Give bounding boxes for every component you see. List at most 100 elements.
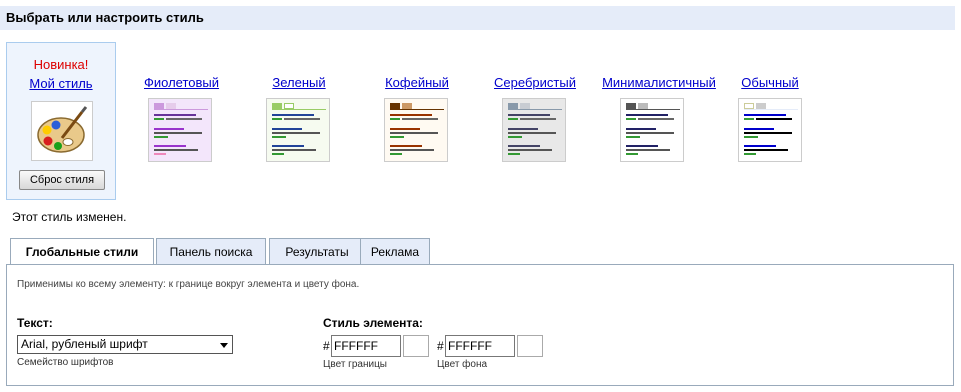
border-hash: # <box>323 339 330 353</box>
thumb-line <box>390 153 402 155</box>
style-coffee[interactable]: Кофейный <box>380 75 454 90</box>
thumb-line <box>154 136 168 138</box>
thumb-line <box>520 118 556 120</box>
thumb-line <box>272 136 286 138</box>
thumb-line <box>154 128 184 130</box>
text-label: Текст: <box>17 316 53 330</box>
thumb-line <box>508 114 550 116</box>
style-thumb-green[interactable] <box>266 98 330 162</box>
style-thumb-plain[interactable] <box>738 98 802 162</box>
thumb-line <box>390 149 434 151</box>
thumb-line <box>626 149 670 151</box>
thumb-line <box>744 149 788 151</box>
font-family-value: Arial, рубленый шрифт <box>21 337 148 351</box>
thumb-line <box>508 132 556 134</box>
thumb-line <box>626 114 668 116</box>
bg-hash: # <box>437 339 444 353</box>
font-family-caption: Семейство шрифтов <box>17 357 114 368</box>
thumb-line <box>154 145 186 147</box>
style-minimal[interactable]: Минималистичный <box>600 75 718 90</box>
thumb-line <box>390 132 438 134</box>
thumb-line <box>284 118 320 120</box>
style-thumb-violet[interactable] <box>148 98 212 162</box>
thumb-line <box>626 153 638 155</box>
style-link-green[interactable]: Зеленый <box>262 75 336 90</box>
border-color-swatch[interactable] <box>403 335 429 357</box>
thumb-line <box>744 132 792 134</box>
thumb-line <box>272 128 302 130</box>
style-link-violet[interactable]: Фиолетовый <box>144 75 219 90</box>
thumb-line <box>744 145 776 147</box>
style-link-silver[interactable]: Серебристый <box>492 75 578 90</box>
panel-hint: Применимы ко всему элементу: к границе в… <box>17 279 360 290</box>
thumb-line <box>508 153 520 155</box>
thumb-line <box>756 118 792 120</box>
style-green[interactable]: Зеленый <box>262 75 336 90</box>
border-color-input[interactable]: FFFFFF <box>331 335 401 357</box>
style-link-plain[interactable]: Обычный <box>734 75 806 90</box>
tab-global-styles[interactable]: Глобальные стили <box>10 238 154 265</box>
thumb-line <box>508 128 538 130</box>
thumb-line <box>272 114 314 116</box>
bg-color-swatch[interactable] <box>517 335 543 357</box>
thumb-line <box>154 114 196 116</box>
my-style-link[interactable]: Мой стиль <box>7 76 115 91</box>
style-thumb-minimal[interactable] <box>620 98 684 162</box>
bg-color-input[interactable]: FFFFFF <box>445 335 515 357</box>
style-link-coffee[interactable]: Кофейный <box>380 75 454 90</box>
thumb-line <box>272 145 304 147</box>
thumb-line <box>626 128 656 130</box>
thumb-line <box>154 118 164 120</box>
thumb-line <box>626 118 636 120</box>
thumb-line <box>166 118 202 120</box>
chevron-down-icon <box>220 343 228 348</box>
border-color-caption: Цвет границы <box>323 359 387 370</box>
thumb-line <box>272 153 284 155</box>
thumb-line <box>626 132 674 134</box>
settings-panel: Применимы ко всему элементу: к границе в… <box>6 264 954 386</box>
thumb-line <box>272 132 320 134</box>
thumb-rule <box>508 109 562 110</box>
style-plain[interactable]: Обычный <box>734 75 806 90</box>
thumb-line <box>154 132 202 134</box>
thumb-line <box>626 136 640 138</box>
bg-color-caption: Цвет фона <box>437 359 488 370</box>
thumb-rule <box>390 109 444 110</box>
thumb-line <box>390 128 420 130</box>
thumb-rule <box>154 109 208 110</box>
tab-search-panel[interactable]: Панель поиска <box>156 238 266 264</box>
thumb-line <box>390 145 422 147</box>
element-style-label: Стиль элемента: <box>323 316 423 330</box>
style-thumb-silver[interactable] <box>502 98 566 162</box>
new-badge: Новинка! <box>33 57 89 72</box>
font-family-select[interactable]: Arial, рубленый шрифт <box>17 335 233 354</box>
thumb-line <box>508 118 518 120</box>
thumb-line <box>508 136 522 138</box>
tab-ads[interactable]: Реклама <box>360 238 430 264</box>
thumb-line <box>744 153 756 155</box>
thumb-line <box>390 136 404 138</box>
thumb-line <box>154 153 166 155</box>
tab-results[interactable]: Результаты <box>269 238 365 264</box>
thumb-rule <box>744 109 798 110</box>
thumb-line <box>744 136 758 138</box>
style-silver[interactable]: Серебристый <box>492 75 578 90</box>
thumb-line <box>508 149 552 151</box>
thumb-line <box>402 118 438 120</box>
thumb-line <box>638 118 674 120</box>
thumb-line <box>744 114 786 116</box>
style-thumb-coffee[interactable] <box>384 98 448 162</box>
style-link-minimal[interactable]: Минималистичный <box>600 75 718 90</box>
thumb-line <box>154 149 198 151</box>
section-header: Выбрать или настроить стиль <box>0 6 955 30</box>
reset-style-button[interactable]: Сброс стиля <box>19 170 105 190</box>
thumb-rule <box>626 109 680 110</box>
my-style-card[interactable]: Новинка! Мой стиль Сброс стиля <box>6 42 116 200</box>
thumb-rule <box>272 109 326 110</box>
thumb-line <box>744 118 754 120</box>
thumb-line <box>744 128 774 130</box>
palette-icon[interactable] <box>31 101 93 161</box>
thumb-line <box>626 145 658 147</box>
style-violet[interactable]: Фиолетовый <box>144 75 219 90</box>
thumb-line <box>272 149 316 151</box>
